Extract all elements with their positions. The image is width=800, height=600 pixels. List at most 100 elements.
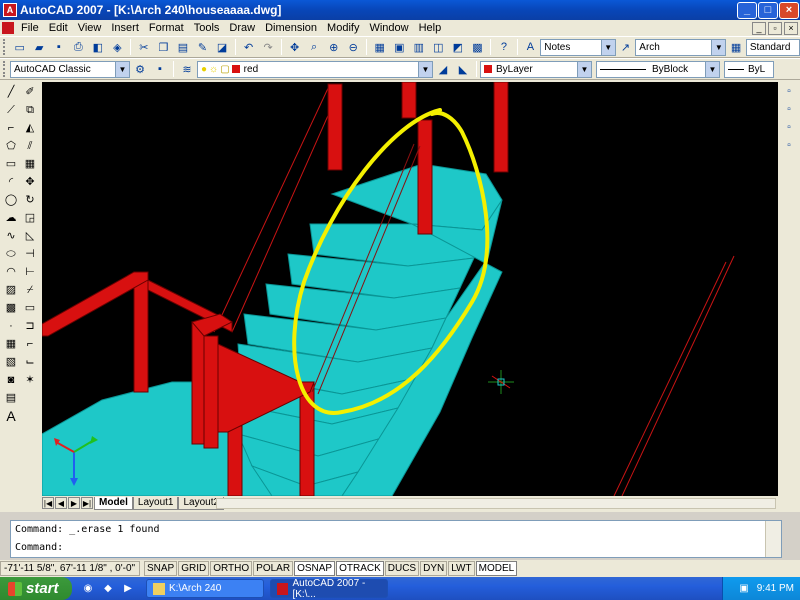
chevron-down-icon[interactable]: ▼ bbox=[418, 61, 432, 77]
point-icon[interactable]: · bbox=[3, 318, 19, 334]
chevron-down-icon[interactable]: ▼ bbox=[577, 61, 591, 77]
undo-icon[interactable]: ↶ bbox=[241, 39, 257, 55]
lwt-toggle[interactable]: LWT bbox=[448, 561, 475, 576]
autocad-app-icon[interactable]: A bbox=[3, 3, 17, 17]
break-at-point-icon[interactable]: ⌿ bbox=[22, 282, 38, 298]
copy-icon[interactable]: ❐ bbox=[156, 39, 172, 55]
properties-icon[interactable]: ▦ bbox=[372, 39, 388, 55]
table-style-icon[interactable]: ▦ bbox=[728, 39, 744, 55]
layer-select[interactable]: ● ☼ ▢ red ▼ bbox=[197, 60, 433, 78]
command-window[interactable]: Command: _.erase 1 found Command: bbox=[10, 520, 782, 558]
snap-toggle[interactable]: SNAP bbox=[144, 561, 178, 576]
region-icon[interactable]: ◙ bbox=[3, 372, 19, 388]
plot-icon[interactable]: ⎙ bbox=[71, 39, 87, 55]
zoom-realtime-icon[interactable]: ⌕ bbox=[306, 39, 322, 55]
media-icon[interactable]: ▶ bbox=[120, 581, 136, 597]
ellipse-icon[interactable]: ⬭ bbox=[3, 246, 19, 262]
ortho-toggle[interactable]: ORTHO bbox=[210, 561, 253, 576]
snap-midpoint-icon[interactable]: ▫ bbox=[780, 138, 798, 154]
lightbulb-icon[interactable]: ● bbox=[201, 64, 207, 75]
close-button[interactable]: × bbox=[779, 1, 799, 19]
redo-icon[interactable]: ↷ bbox=[260, 39, 276, 55]
gradient-icon[interactable]: ▧ bbox=[3, 354, 19, 370]
paste-icon[interactable]: ▤ bbox=[175, 39, 191, 55]
zoom-previous-icon[interactable]: ⊖ bbox=[345, 39, 361, 55]
osnap-toggle[interactable]: OSNAP bbox=[294, 561, 336, 576]
rectangle-icon[interactable]: ▭ bbox=[3, 156, 19, 172]
publish-icon[interactable]: ◈ bbox=[110, 39, 126, 55]
block-editor-icon[interactable]: ◪ bbox=[214, 39, 230, 55]
ducs-toggle[interactable]: DUCS bbox=[384, 561, 420, 576]
dim-style-icon[interactable]: ↗ bbox=[618, 39, 634, 55]
sheet-set-icon[interactable]: ◫ bbox=[431, 39, 447, 55]
join-icon[interactable]: ⊐ bbox=[22, 318, 38, 334]
layer-properties-icon[interactable]: ≋ bbox=[179, 61, 195, 77]
command-scrollbar[interactable] bbox=[765, 521, 781, 557]
open-icon[interactable]: ▰ bbox=[31, 39, 47, 55]
tab-layout1[interactable]: Layout1 bbox=[132, 496, 179, 510]
first-tab-icon[interactable]: |◀ bbox=[42, 497, 54, 509]
document-icon[interactable] bbox=[2, 22, 14, 34]
spline-icon[interactable]: ∿ bbox=[3, 228, 19, 244]
menu-insert[interactable]: Insert bbox=[106, 22, 144, 34]
zoom-window-icon[interactable]: ⊕ bbox=[326, 39, 342, 55]
calculator-icon[interactable]: ▩ bbox=[470, 39, 486, 55]
taskbar-item-autocad[interactable]: AutoCAD 2007 - [K:\... bbox=[270, 578, 388, 600]
table-icon[interactable]: ▤ bbox=[3, 390, 19, 406]
sun-icon[interactable]: ☼ bbox=[209, 64, 218, 75]
prev-tab-icon[interactable]: ◀ bbox=[55, 497, 67, 509]
new-icon[interactable]: ▭ bbox=[12, 39, 28, 55]
chevron-down-icon[interactable]: ▼ bbox=[711, 39, 726, 55]
acrobat-icon[interactable]: ◆ bbox=[100, 581, 116, 597]
text-style-icon[interactable]: A bbox=[523, 39, 539, 55]
linetype-select[interactable]: ByBlock ▼ bbox=[596, 60, 720, 78]
make-current-layer-icon[interactable]: ◢ bbox=[435, 61, 451, 77]
horizontal-scrollbar[interactable] bbox=[216, 498, 776, 509]
menu-draw[interactable]: Draw bbox=[224, 22, 260, 34]
plot-preview-icon[interactable]: ◧ bbox=[90, 39, 106, 55]
rotate-icon[interactable]: ↻ bbox=[22, 192, 38, 208]
grid-toggle[interactable]: GRID bbox=[178, 561, 210, 576]
workspace-save-icon[interactable]: ▪ bbox=[152, 61, 168, 77]
menu-view[interactable]: View bbox=[73, 22, 107, 34]
tool-palettes-icon[interactable]: ▥ bbox=[411, 39, 427, 55]
table-style-select[interactable]: Standard bbox=[745, 38, 800, 56]
erase-icon[interactable]: ✐ bbox=[22, 84, 38, 100]
polyline-icon[interactable]: ⌐ bbox=[3, 120, 19, 136]
design-center-icon[interactable]: ▣ bbox=[392, 39, 408, 55]
workspace-select[interactable]: AutoCAD Classic ▼ bbox=[10, 60, 130, 78]
save-icon[interactable]: ▪ bbox=[51, 39, 67, 55]
line-tool-icon[interactable]: ╱ bbox=[3, 84, 19, 100]
chevron-down-icon[interactable]: ▼ bbox=[115, 61, 129, 77]
clock[interactable]: 9:41 PM bbox=[757, 583, 794, 594]
snap-from-icon[interactable]: ▫ bbox=[780, 102, 798, 118]
snap-temporary-icon[interactable]: ▫ bbox=[780, 84, 798, 100]
lineweight-select[interactable]: ByL bbox=[724, 60, 774, 78]
markup-icon[interactable]: ◩ bbox=[450, 39, 466, 55]
chevron-down-icon[interactable]: ▼ bbox=[600, 39, 615, 55]
layer-previous-icon[interactable]: ◣ bbox=[455, 61, 471, 77]
ellipse-arc-icon[interactable]: ◠ bbox=[3, 264, 19, 280]
menu-dimension[interactable]: Dimension bbox=[260, 22, 322, 34]
start-button[interactable]: start bbox=[0, 577, 72, 600]
coordinate-readout[interactable]: -71'-11 5/8", 67'-11 1/8" , 0'-0" bbox=[0, 561, 140, 576]
next-tab-icon[interactable]: ▶ bbox=[68, 497, 80, 509]
explode-icon[interactable]: ✶ bbox=[22, 372, 38, 388]
move-icon[interactable]: ✥ bbox=[22, 174, 38, 190]
fillet-icon[interactable]: ⌙ bbox=[22, 354, 38, 370]
menu-window[interactable]: Window bbox=[364, 22, 413, 34]
copy-object-icon[interactable]: ⧉ bbox=[22, 102, 38, 118]
menu-edit[interactable]: Edit bbox=[44, 22, 73, 34]
tab-model[interactable]: Model bbox=[94, 496, 133, 510]
multiline-text-icon[interactable]: A bbox=[3, 408, 19, 424]
doc-restore-button[interactable]: ▫ bbox=[768, 21, 782, 35]
maximize-button[interactable]: □ bbox=[758, 1, 778, 19]
menu-help[interactable]: Help bbox=[414, 22, 447, 34]
toolbar-grip[interactable] bbox=[3, 39, 7, 55]
chamfer-icon[interactable]: ⌐ bbox=[22, 336, 38, 352]
taskbar-item-folder[interactable]: K:\Arch 240 bbox=[146, 579, 264, 598]
command-prompt[interactable]: Command: bbox=[11, 539, 781, 557]
revision-cloud-icon[interactable]: ☁ bbox=[3, 210, 19, 226]
otrack-toggle[interactable]: OTRACK bbox=[336, 561, 384, 576]
circle-tool-icon[interactable]: ◯ bbox=[3, 192, 19, 208]
